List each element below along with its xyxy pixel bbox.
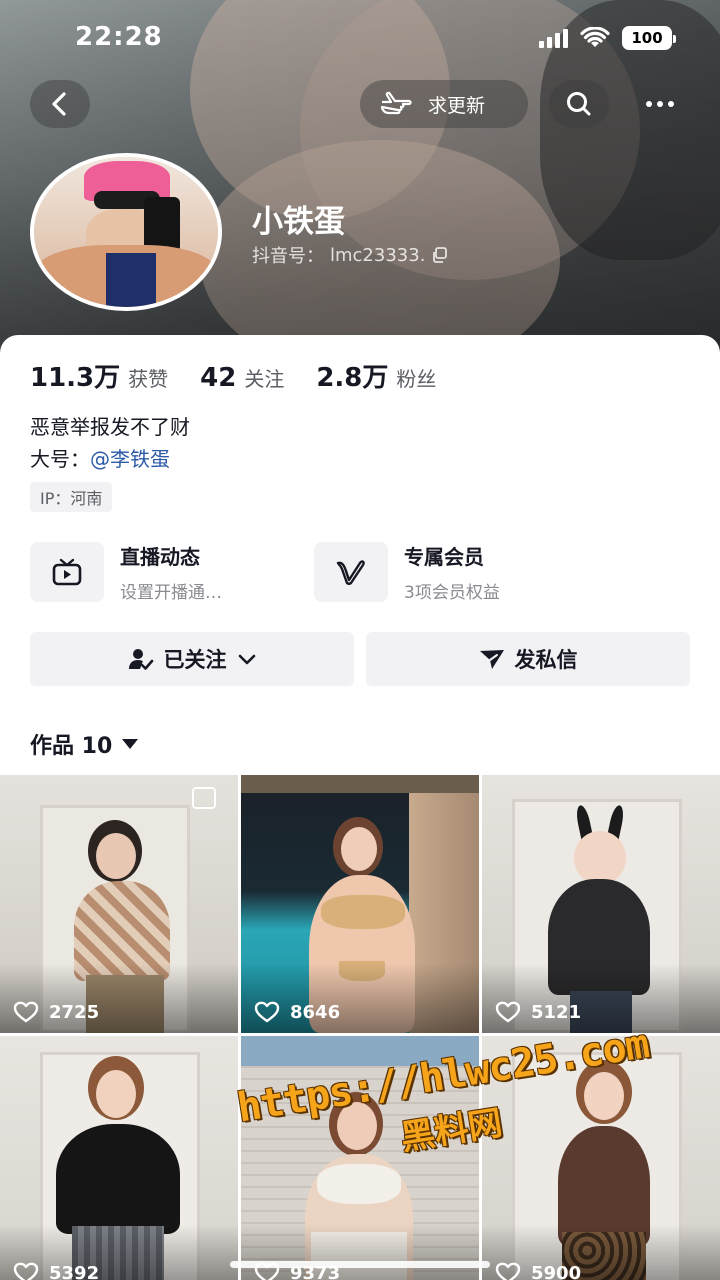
stat-likes: 11.3万 获赞 [30,357,168,394]
profile-bio: 恶意举报发不了财 [30,415,190,439]
home-indicator[interactable] [230,1261,490,1268]
tv-icon-container [30,542,104,602]
video-thumbnail[interactable]: 5392 [0,1036,238,1280]
feature-text: 专属会员 3项会员权益 [404,541,500,603]
video-thumbnail[interactable]: 5121 [482,775,720,1033]
avatar-shirt [106,253,156,307]
following-label: 已关注 [163,648,227,672]
alt-account-mention-link[interactable]: @李铁蛋 [90,447,170,471]
send-message-label: 发私信 [514,648,578,672]
live-updates-entry[interactable]: 直播动态 设置开播通… [30,541,222,603]
feature-title: 直播动态 [120,545,200,569]
more-options-button[interactable] [630,80,690,128]
stat-following[interactable]: 42 关注 [200,363,284,393]
tv-icon [52,558,82,586]
paper-plane-icon [479,650,504,669]
stat-label: 获赞 [128,367,169,391]
battery-indicator: 100 [622,26,676,50]
like-count: 5392 [13,1262,99,1280]
feature-text: 直播动态 设置开播通… [120,541,222,603]
chevron-down-icon [238,654,255,665]
video-thumbnail[interactable]: 2725 [0,775,238,1033]
thumbnail-face [574,831,626,885]
back-button[interactable] [30,80,90,128]
like-count: 8646 [254,1001,340,1023]
like-count: 5900 [495,1262,581,1280]
following-button[interactable]: 已关注 [30,632,354,686]
like-count-value: 8646 [290,1001,341,1023]
status-bar: 22:28 100 [0,0,720,76]
like-count-value: 5392 [49,1262,100,1280]
caret-down-icon [122,739,139,749]
more-dot-icon [646,101,652,107]
wifi-icon [580,27,610,47]
request-update-label: 求更新 [428,94,486,117]
more-dot-icon [668,101,674,107]
video-thumbnail[interactable]: 8646 [241,775,479,1033]
thumbnail-face [96,1070,136,1118]
like-count-value: 2725 [49,1001,100,1023]
works-label: 作品 10 [30,734,113,759]
more-dot-icon [657,101,663,107]
status-icons: 100 [539,26,676,50]
search-icon [567,92,591,116]
multi-image-icon [192,787,216,809]
hand-point-icon [380,91,412,115]
request-update-button[interactable]: 求更新 [360,80,528,128]
works-tab[interactable]: 作品 10 [30,728,139,760]
feature-subtitle: 设置开播通… [120,583,222,603]
vip-icon-container [314,542,388,602]
like-count: 2725 [13,1001,99,1023]
stat-value: 2.8万 [316,363,389,393]
ip-location-tag: IP：河南 [30,482,113,512]
thumbnail-face [341,827,377,871]
douyin-id-value: lmc23333. [330,244,426,266]
stat-label: 关注 [244,367,285,391]
heart-icon [495,1262,521,1280]
copy-icon[interactable] [431,246,449,264]
status-time: 22:28 [75,22,163,52]
thumbnail-ceiling [241,775,479,793]
douyin-id[interactable]: 抖音号： lmc23333. [252,242,449,268]
douyin-id-label: 抖音号： [252,246,324,267]
alt-account-prefix: 大号： [30,447,90,471]
thumbnail-swimsuit-top [321,895,405,929]
stat-value: 42 [200,363,237,393]
avatar[interactable] [30,153,222,311]
profile-stats: 11.3万 获赞 42 关注 2.8万 粉丝 [30,357,468,394]
alt-account-line: 大号：@李铁蛋 [30,443,170,472]
vip-membership-entry[interactable]: 专属会员 3项会员权益 [314,541,500,603]
heart-icon [13,1001,39,1023]
feature-subtitle: 3项会员权益 [404,583,500,603]
user-check-icon [128,649,153,670]
profile-nickname: 小铁蛋 [252,204,345,240]
heart-icon [495,1001,521,1023]
chevron-left-icon [52,92,66,116]
cellular-signal-icon [539,28,568,48]
vip-v-icon [336,560,365,585]
stat-followers[interactable]: 2.8万 粉丝 [316,357,436,394]
search-button[interactable] [549,80,609,128]
send-message-button[interactable]: 发私信 [366,632,690,686]
stat-label: 粉丝 [396,367,437,391]
stat-value: 11.3万 [30,363,121,393]
like-count-value: 5900 [531,1262,582,1280]
thumbnail-top [56,1124,180,1234]
heart-icon [13,1262,39,1280]
like-count-value: 5121 [531,1001,582,1023]
heart-icon [254,1001,280,1023]
like-count: 5121 [495,1001,581,1023]
thumbnail-face [96,833,136,879]
feature-title: 专属会员 [404,545,484,569]
